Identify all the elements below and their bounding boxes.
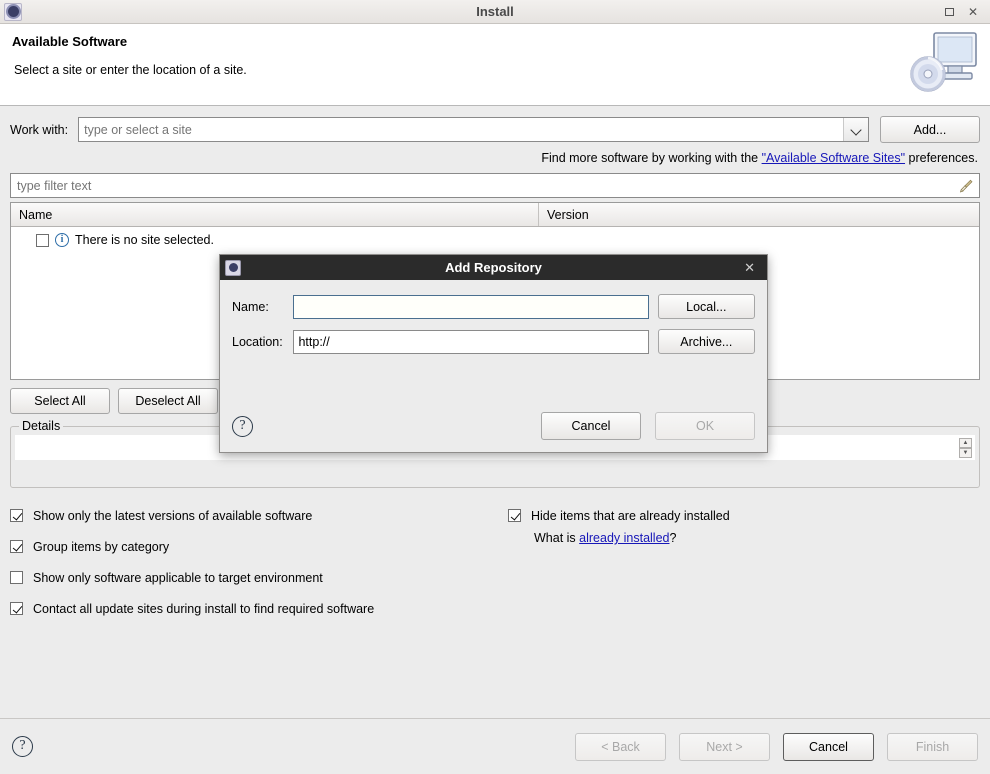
dialog-gear-icon [225,260,241,276]
option-label: Show only the latest versions of availab… [33,509,312,523]
available-sites-hint: Find more software by working with the "… [10,151,978,165]
available-software-sites-link[interactable]: "Available Software Sites" [762,151,905,165]
dialog-title: Add Repository [220,260,767,275]
option-label: Hide items that are already installed [531,509,730,523]
option-show-latest-versions[interactable]: Show only the latest versions of availab… [10,500,980,531]
name-label: Name: [232,300,293,314]
option-hide-installed[interactable]: Hide items that are already installed [508,500,730,531]
dialog-titlebar: Add Repository ✕ [220,255,767,280]
dialog-footer: ? Cancel OK [220,400,767,452]
chevron-down-icon [852,125,861,134]
option-checkbox[interactable] [10,602,23,615]
already-installed-link[interactable]: already installed [579,531,669,545]
options-section: Show only the latest versions of availab… [10,500,980,624]
wizard-banner: Available Software Select a site or ente… [0,24,990,106]
option-checkbox[interactable] [10,571,23,584]
next-button[interactable]: Next > [679,733,770,761]
location-row: Location: Archive... [232,329,755,354]
deselect-all-button[interactable]: Deselect All [118,388,218,414]
option-contact-all-update-sites[interactable]: Contact all update sites during install … [10,593,980,624]
option-group-by-category[interactable]: Group items by category [10,531,980,562]
close-button[interactable]: ✕ [968,6,978,18]
location-label: Location: [232,335,293,349]
install-computer-cd-icon [908,30,980,98]
table-header: Name Version [11,203,979,227]
hint-suffix: preferences. [905,151,978,165]
work-with-row: Work with: Add... [10,116,980,143]
wizard-footer: ? < Back Next > Cancel Finish [0,718,990,774]
scroll-up-icon[interactable]: ▲ [959,438,972,448]
work-with-label: Work with: [10,123,68,137]
info-icon: i [55,233,69,247]
option-checkbox[interactable] [10,540,23,553]
work-with-input[interactable] [79,118,843,141]
option-applicable-to-target[interactable]: Show only software applicable to target … [10,562,980,593]
options-right-column: Hide items that are already installed Wh… [508,500,730,545]
row-label: There is no site selected. [75,233,214,247]
hint-prefix: Find more software by working with the [541,151,761,165]
broom-icon[interactable] [956,176,976,195]
app-gear-icon [4,3,22,21]
scroll-down-icon[interactable]: ▼ [959,448,972,458]
dialog-body: Name: Local... Location: Archive... [220,280,767,400]
finish-button[interactable]: Finish [887,733,978,761]
select-all-button[interactable]: Select All [10,388,110,414]
details-legend: Details [19,419,63,433]
name-row: Name: Local... [232,294,755,319]
column-header-version[interactable]: Version [539,203,979,226]
option-checkbox[interactable] [508,509,521,522]
dialog-ok-button[interactable]: OK [655,412,755,440]
window-titlebar: Install ✕ [0,0,990,24]
work-with-dropdown-arrow[interactable] [843,118,868,141]
filter-input[interactable] [11,179,956,193]
name-field[interactable] [293,295,648,319]
filter-field[interactable] [10,173,980,198]
local-button[interactable]: Local... [658,294,755,319]
work-with-combo[interactable] [78,117,869,142]
option-checkbox[interactable] [10,509,23,522]
page-title: Available Software [12,34,978,49]
add-site-button[interactable]: Add... [880,116,980,143]
question-mark-icon[interactable]: ? [12,736,33,757]
add-repository-dialog: Add Repository ✕ Name: Local... Location… [219,254,768,453]
what-is-already-installed: What is already installed? [534,531,730,545]
dialog-cancel-button[interactable]: Cancel [541,412,641,440]
table-row[interactable]: i There is no site selected. [11,227,979,247]
option-label: Group items by category [33,540,169,554]
what-is-suffix: ? [670,531,677,545]
location-field[interactable] [293,330,648,354]
install-wizard-window: Install ✕ Available Software Select a si… [0,0,990,774]
page-description: Select a site or enter the location of a… [12,63,978,77]
back-button[interactable]: < Back [575,733,666,761]
details-scroll-spinner[interactable]: ▲ ▼ [959,438,972,458]
what-is-prefix: What is [534,531,579,545]
maximize-button[interactable] [945,6,954,18]
dialog-close-icon[interactable]: ✕ [744,260,755,276]
column-header-name[interactable]: Name [11,203,539,226]
window-title: Install [0,4,990,19]
row-checkbox[interactable] [36,234,49,247]
option-label: Contact all update sites during install … [33,602,374,616]
cancel-button[interactable]: Cancel [783,733,874,761]
archive-button[interactable]: Archive... [658,329,755,354]
dialog-question-mark-icon[interactable]: ? [232,416,253,437]
option-label: Show only software applicable to target … [33,571,323,585]
